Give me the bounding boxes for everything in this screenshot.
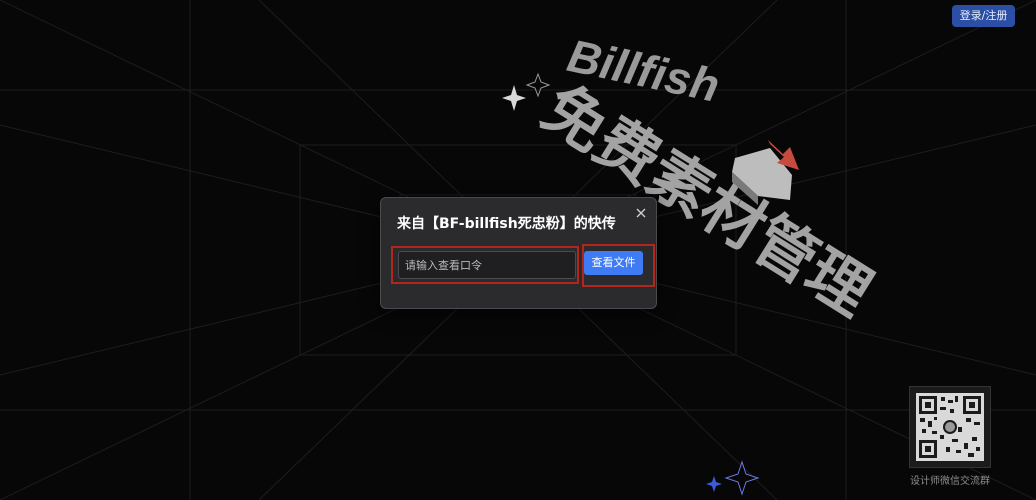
- close-icon[interactable]: [635, 207, 647, 219]
- code-input-highlight: [391, 246, 579, 284]
- wechat-qr-code: [909, 386, 991, 468]
- quick-share-modal: 来自【BF-billfish死忠粉】的快传 查看文件: [380, 197, 657, 309]
- login-register-button[interactable]: 登录/注册: [952, 5, 1015, 27]
- qr-caption: 设计师微信交流群: [910, 476, 990, 487]
- view-files-button[interactable]: 查看文件: [584, 251, 643, 275]
- modal-title: 来自【BF-billfish死忠粉】的快传: [397, 216, 616, 232]
- access-code-input[interactable]: [398, 251, 576, 279]
- view-button-highlight: 查看文件: [582, 244, 655, 287]
